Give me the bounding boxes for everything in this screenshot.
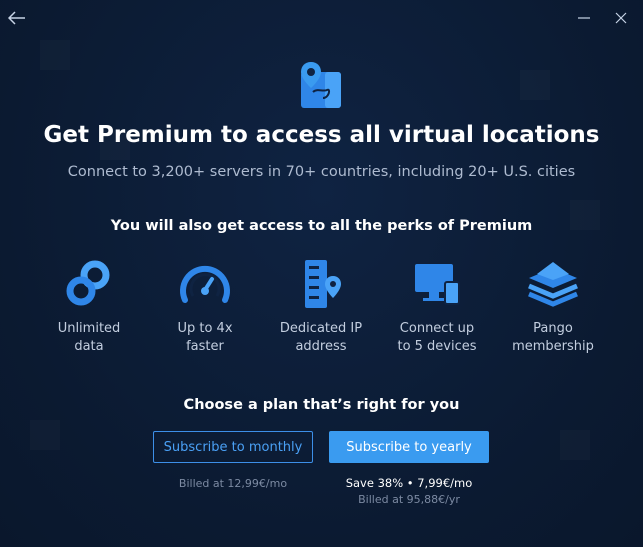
minimize-button[interactable] [572,6,596,30]
background-tile [520,70,550,100]
perk-label: Unlimited data [57,321,121,354]
perk-unlimited-data: Unlimited data [34,258,144,356]
background-tile [560,430,590,460]
subscribe-monthly-button[interactable]: Subscribe to monthly [153,431,313,463]
layers-icon [528,262,578,307]
close-icon [615,12,627,24]
perk-pango-membership: Pango membership [498,258,608,356]
perks-list: Unlimited data Up to 4x faster Dedicated… [0,258,643,368]
perk-multiple-devices: Connect up to 5 devices [382,258,492,356]
close-button[interactable] [609,6,633,30]
page-title: Get Premium to access all virtual locati… [43,122,600,148]
plan-heading: Choose a plan that’s right for you [183,397,460,413]
infinity-link-icon [66,260,110,306]
perk-label: Dedicated IP address [279,321,363,354]
yearly-billing-text: Billed at 95,88€/yr [358,493,460,506]
subscribe-yearly-button[interactable]: Subscribe to yearly [329,431,489,463]
perks-heading: You will also get access to all the perk… [110,218,533,234]
perk-label: Pango membership [512,321,594,354]
speedometer-icon [180,265,230,303]
yearly-savings-text: Save 38% • 7,99€/mo [345,476,473,490]
background-tile [40,40,70,70]
monthly-billing-text: Billed at 12,99€/mo [178,477,288,490]
map-pin-route-icon [301,62,341,108]
minimize-icon [578,17,590,19]
perk-label: Connect up to 5 devices [397,321,477,354]
perk-dedicated-ip: Dedicated IP address [266,258,376,356]
perk-label: Up to 4x faster [177,321,233,354]
background-tile [30,420,60,450]
back-button[interactable] [5,6,29,30]
premium-upgrade-window: Get Premium to access all virtual locati… [0,0,643,547]
devices-icon [415,264,460,305]
arrow-left-icon [8,11,25,25]
server-location-icon [305,260,341,308]
page-subtitle: Connect to 3,200+ servers in 70+ countri… [67,164,576,180]
perk-faster-speed: Up to 4x faster [150,258,260,356]
